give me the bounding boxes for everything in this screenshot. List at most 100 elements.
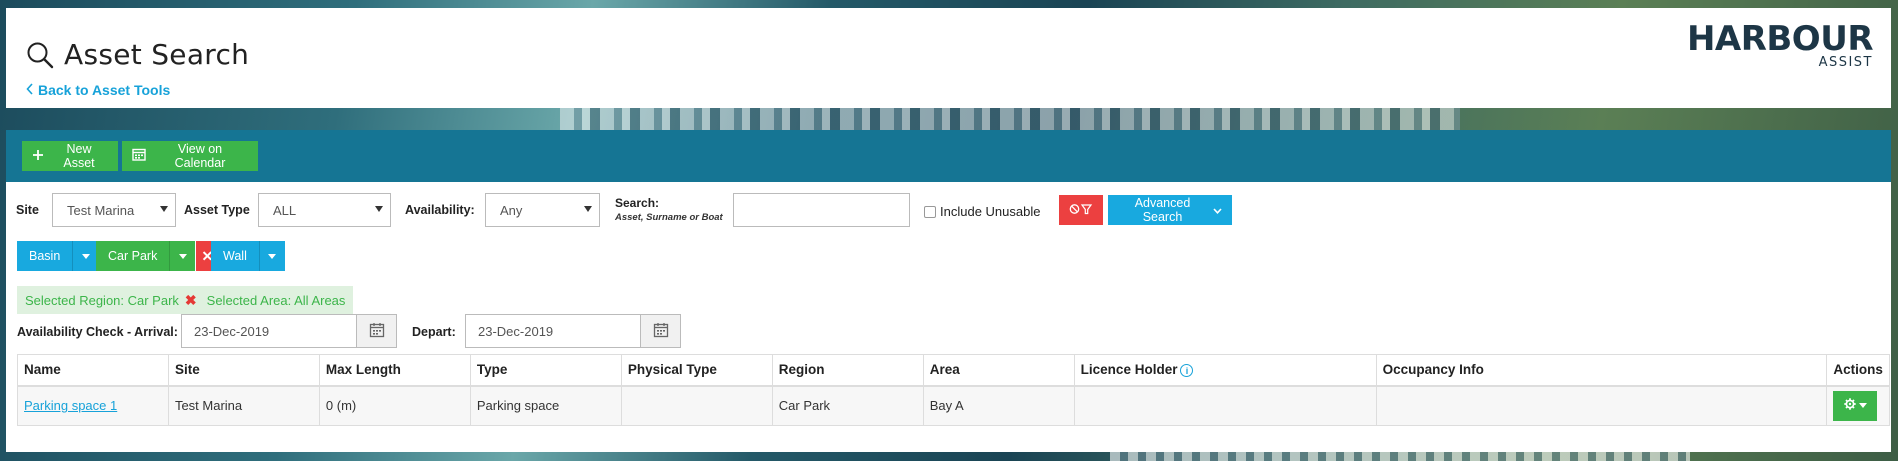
column-header-occupancy-info[interactable]: Occupancy Info	[1375, 354, 1828, 387]
chevron-down-icon	[584, 206, 592, 212]
view-on-calendar-button[interactable]: View on Calendar	[122, 141, 258, 171]
table-row: Parking space 1 Test Marina 0 (m) Parkin…	[17, 385, 1890, 426]
include-unusable-label: Include Unusable	[940, 204, 1041, 219]
site-label: Site	[16, 203, 39, 217]
page-title: Asset Search	[26, 38, 249, 71]
logo-main-text: HARBOUR	[1686, 19, 1874, 59]
region-button-car-park[interactable]: Car Park ✕	[96, 241, 219, 271]
search-label: Search: Asset, Surname or Boat	[615, 196, 723, 223]
asset-type-select[interactable]: ALL	[258, 193, 391, 227]
back-link-label: Back to Asset Tools	[38, 82, 171, 98]
selected-area-text: Selected Area: All Areas	[206, 292, 346, 308]
cell-actions	[1826, 385, 1890, 426]
table-header-row: Name Site Max Length Type Physical Type …	[17, 354, 1890, 387]
region-button-label[interactable]: Car Park	[96, 241, 170, 271]
region-button-label[interactable]: Wall	[211, 241, 259, 271]
region-dropdown-toggle[interactable]	[169, 241, 196, 271]
new-asset-button[interactable]: New Asset	[22, 141, 118, 171]
site-select-value: Test Marina	[67, 202, 135, 218]
region-dropdown-toggle[interactable]	[72, 241, 99, 271]
column-header-site[interactable]: Site	[167, 354, 320, 387]
search-input[interactable]	[733, 193, 910, 227]
asset-type-label: Asset Type	[184, 203, 250, 217]
column-header-region[interactable]: Region	[771, 354, 924, 387]
arrival-calendar-button[interactable]	[357, 314, 397, 348]
search-label-main: Search:	[615, 196, 660, 210]
search-icon	[26, 41, 54, 69]
search-label-hint: Asset, Surname or Boat	[615, 212, 723, 223]
licence-holder-header-text: Licence Holder	[1080, 362, 1178, 378]
site-select[interactable]: Test Marina	[52, 193, 176, 227]
region-dropdown-toggle[interactable]	[258, 241, 285, 271]
calendar-icon	[132, 148, 146, 164]
selected-region-text: Selected Region: Car Park	[25, 292, 179, 308]
depart-label: Depart:	[412, 325, 456, 339]
depart-date-value: 23-Dec-2019	[478, 323, 554, 339]
page-title-text: Asset Search	[64, 38, 250, 71]
depart-calendar-button[interactable]	[641, 314, 681, 348]
cell-licence-holder	[1073, 385, 1377, 426]
arrival-label: Availability Check - Arrival:	[17, 325, 178, 339]
caret-down-icon	[81, 253, 90, 259]
availability-select[interactable]: Any	[485, 193, 600, 227]
clear-filters-button[interactable]	[1059, 195, 1103, 225]
include-unusable-checkbox[interactable]	[924, 205, 936, 218]
cell-max-length: 0 (m)	[318, 385, 471, 426]
region-button-basin[interactable]: Basin	[17, 241, 99, 271]
column-header-licence-holder[interactable]: Licence Holder i	[1073, 354, 1377, 387]
column-header-max-length[interactable]: Max Length	[318, 354, 471, 387]
column-header-actions: Actions	[1826, 354, 1890, 387]
calendar-icon	[369, 322, 385, 341]
background-photo-detail	[1110, 452, 1690, 461]
region-button-wall[interactable]: Wall	[211, 241, 285, 271]
cell-area: Bay A	[922, 385, 1075, 426]
cell-type: Parking space	[469, 385, 622, 426]
depart-date-input[interactable]: 23-Dec-2019	[465, 314, 641, 348]
clear-filter-icon	[1069, 203, 1093, 218]
column-header-area[interactable]: Area	[922, 354, 1075, 387]
column-header-name[interactable]: Name	[17, 354, 169, 387]
search-panel: Site Test Marina Asset Type ALL Availabi…	[6, 182, 1891, 452]
chevron-down-icon	[375, 206, 383, 212]
chevron-down-icon	[1213, 203, 1222, 217]
chevron-left-icon	[26, 82, 34, 98]
view-calendar-label: View on Calendar	[174, 142, 226, 170]
caret-down-icon	[178, 253, 187, 259]
back-to-asset-tools-link[interactable]: Back to Asset Tools	[26, 82, 170, 98]
include-unusable-option[interactable]: Include Unusable	[924, 204, 1040, 219]
row-actions-button[interactable]	[1833, 390, 1878, 421]
info-icon[interactable]: i	[1180, 364, 1194, 378]
filter-row: Site Test Marina Asset Type ALL Availabi…	[6, 192, 1891, 228]
depart-date-picker[interactable]: 23-Dec-2019	[465, 314, 681, 348]
header-card: Asset Search Back to Asset Tools HARBOUR…	[6, 8, 1891, 108]
column-header-physical-type[interactable]: Physical Type	[620, 354, 773, 387]
calendar-icon	[653, 322, 669, 341]
asset-name-link[interactable]: Parking space 1	[24, 398, 117, 413]
cell-physical-type	[620, 385, 773, 426]
toolbar: New Asset View on Calendar	[6, 130, 1891, 182]
column-header-type[interactable]: Type	[469, 354, 622, 387]
remove-selection-icon[interactable]: ✖	[185, 292, 197, 309]
cell-region: Car Park	[771, 385, 924, 426]
selected-region-badge: Selected Region: Car Park ✖ Selected Are…	[17, 286, 354, 314]
gear-icon	[1844, 398, 1856, 413]
caret-down-icon	[268, 253, 277, 259]
advanced-search-button[interactable]: Advanced Search	[1108, 195, 1232, 225]
caret-down-icon	[1858, 403, 1867, 409]
cell-occupancy-info	[1375, 385, 1828, 426]
availability-select-value: Any	[500, 202, 523, 218]
region-button-label[interactable]: Basin	[17, 241, 73, 271]
arrival-date-input[interactable]: 23-Dec-2019	[181, 314, 357, 348]
new-asset-label: New Asset	[63, 142, 95, 170]
chevron-down-icon	[160, 206, 168, 212]
asset-type-select-value: ALL	[273, 202, 297, 218]
arrival-date-picker[interactable]: 23-Dec-2019	[181, 314, 397, 348]
cell-name: Parking space 1	[17, 385, 169, 426]
plus-icon	[32, 149, 44, 164]
arrival-date-value: 23-Dec-2019	[194, 323, 270, 339]
asset-results-table: Name Site Max Length Type Physical Type …	[17, 354, 1890, 426]
availability-label: Availability:	[405, 203, 475, 217]
harbour-assist-logo: HARBOUR ASSIST	[1686, 19, 1874, 70]
advanced-search-label: Advanced Search	[1134, 196, 1191, 224]
cell-site: Test Marina	[167, 385, 320, 426]
